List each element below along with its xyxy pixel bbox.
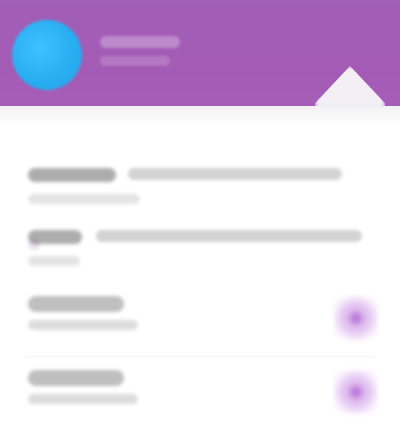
settings-icon — [350, 312, 362, 324]
list-item[interactable] — [0, 360, 400, 432]
divider — [24, 356, 376, 357]
list-item-subtitle — [28, 320, 138, 330]
header-subtitle — [100, 56, 170, 66]
list-item-title — [28, 296, 124, 312]
paragraph-2-line-1b — [96, 230, 362, 242]
paragraph-2-line-2 — [28, 256, 80, 266]
panel-top-fade — [0, 106, 400, 126]
settings-button[interactable] — [334, 296, 378, 340]
paragraph-1-line-1b — [128, 168, 342, 180]
paragraph-1-line-2 — [28, 194, 140, 204]
settings-button[interactable] — [334, 370, 378, 414]
list-item[interactable] — [0, 286, 400, 360]
list-item-subtitle — [28, 394, 138, 404]
header — [0, 0, 400, 126]
app-window — [0, 0, 400, 432]
content-panel — [0, 106, 400, 432]
settings-icon — [350, 386, 362, 398]
paragraph-1-line-1a — [28, 168, 116, 182]
avatar[interactable] — [12, 20, 82, 90]
paragraph-2-line-1a — [28, 230, 82, 244]
header-title — [100, 36, 180, 48]
list-item-title — [28, 370, 124, 386]
